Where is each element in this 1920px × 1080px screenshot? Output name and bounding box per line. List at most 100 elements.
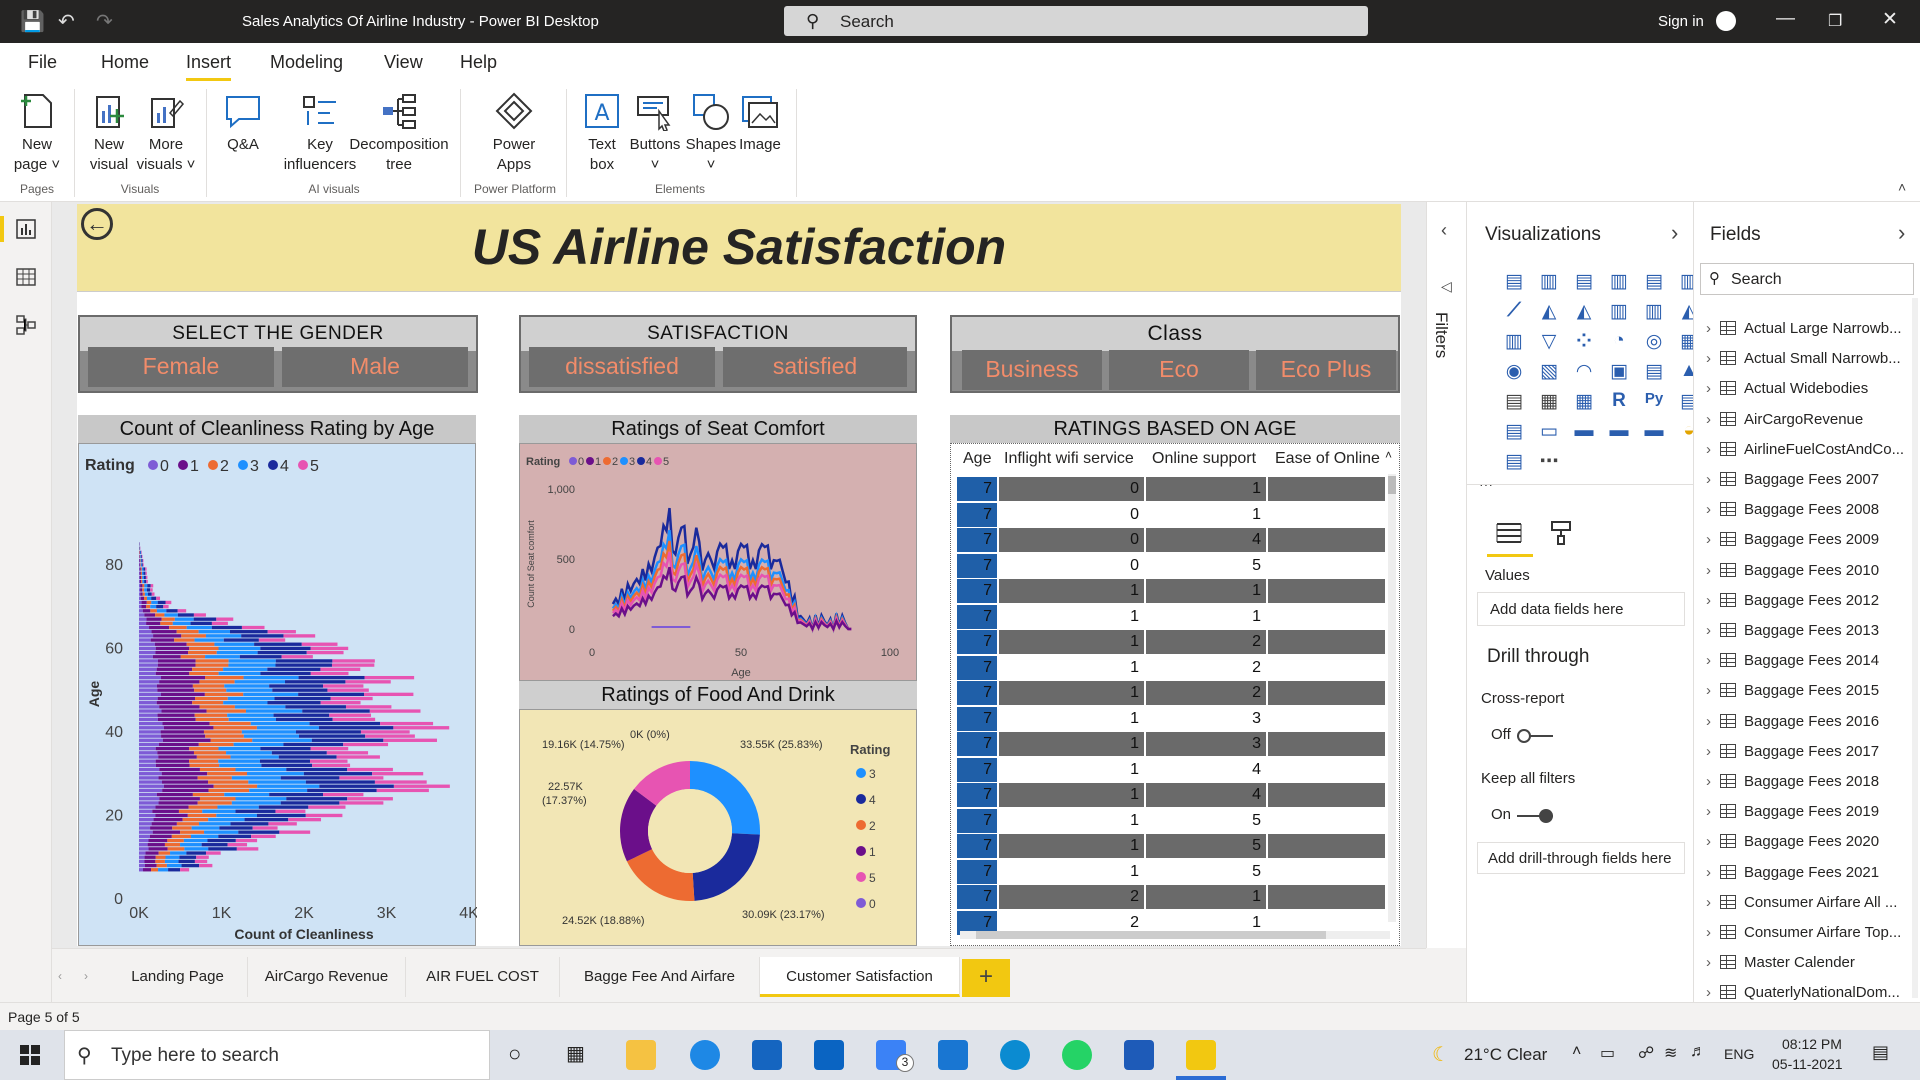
field-table-item[interactable]: › Baggage Fees 2021 [1706,864,1879,888]
funnel-chart-icon[interactable]: ▽ [1538,330,1560,352]
windows-start-icon[interactable] [20,1045,40,1065]
cortana-icon[interactable]: ○ [508,1041,521,1067]
chevron-right-icon[interactable]: › [1706,833,1720,850]
table-row[interactable]: 705 [957,553,1385,579]
chevron-right-icon[interactable]: › [1706,924,1720,941]
field-table-item[interactable]: › Consumer Airfare All ... [1706,894,1897,918]
stacked-area-chart-icon[interactable]: ◭ [1573,300,1595,322]
tab-file[interactable]: File [28,52,57,73]
page-tab-landing[interactable]: Landing Page [108,957,248,997]
volume-icon[interactable]: ♬ [1690,1043,1706,1061]
chevron-right-icon[interactable]: › [1706,954,1720,971]
task-view-icon[interactable]: ▦ [566,1041,585,1066]
line-clustered-column-icon[interactable]: ▥ [1643,300,1665,322]
class-option-eco[interactable]: Eco [1109,350,1249,390]
field-table-item[interactable]: › Baggage Fees 2018 [1706,773,1879,797]
mail-icon[interactable] [938,1040,968,1070]
weather-text[interactable]: 21°C Clear [1464,1045,1547,1065]
table-row[interactable]: 701 [957,502,1385,528]
values-drop-zone[interactable]: Add data fields here [1477,592,1685,626]
pie-chart-icon[interactable]: ◔ [1608,330,1630,352]
multi-row-card-icon[interactable]: ▤ [1643,360,1665,382]
table-horizontal-scrollbar[interactable] [960,931,1390,939]
clustered-bar-chart-icon[interactable]: ▤ [1573,270,1595,292]
battery-icon[interactable]: ▭ [1600,1043,1615,1063]
tab-modeling[interactable]: Modeling [270,52,343,73]
edge-icon[interactable] [1000,1040,1030,1070]
table-row[interactable]: 714 [957,757,1385,783]
chevron-right-icon[interactable]: › [1706,622,1720,639]
powerbi-icon[interactable] [1186,1040,1216,1070]
more-visuals-button[interactable]: More visuals ˅ [136,91,196,175]
tab-help[interactable]: Help [460,52,497,73]
seat-comfort-chart[interactable]: Rating 0 1 2 3 4 5 0 500 1,000 0 50 100 Age Count of S… [519,443,917,681]
keep-filters-toggle[interactable] [1517,809,1553,823]
scroll-thumb[interactable] [976,931,1326,939]
table-row[interactable]: 721 [957,885,1385,910]
tab-view[interactable]: View [384,52,423,73]
gauge-icon[interactable]: ◠ [1573,360,1595,382]
page-tab-fuel[interactable]: AIR FUEL COST [406,957,560,997]
buttons-button[interactable]: Buttons ˅ [628,91,682,175]
table-row[interactable]: 711 [957,579,1385,604]
stacked-bar-chart-icon[interactable]: ▤ [1503,270,1525,292]
table-row[interactable]: 713 [957,732,1385,757]
text-box-button[interactable]: A Text box [580,91,624,175]
tab-home[interactable]: Home [101,52,149,73]
whatsapp-icon[interactable] [1062,1040,1092,1070]
qa-icon[interactable]: ▭ [1538,420,1560,442]
waterfall-chart-icon[interactable]: ▥ [1503,330,1525,352]
taskbar-search-input[interactable]: ⚲ Type here to search [64,1030,490,1080]
chevron-right-icon[interactable]: › [1706,773,1720,790]
cleanliness-chart[interactable]: Rating 0 1 2 3 4 5 0 20 40 60 80 0K 1K 2K 3K 4K Count of … [78,443,479,946]
close-icon[interactable]: ✕ [1882,8,1898,31]
map-icon[interactable]: ◉ [1503,360,1525,382]
fields-scrollbar[interactable] [1912,298,1918,998]
new-page-button[interactable]: New page ˅ [10,91,64,175]
image-button[interactable]: Image [738,91,782,155]
chevron-right-icon[interactable]: › [1706,894,1720,911]
field-table-item[interactable]: › Baggage Fees 2007 [1706,471,1879,495]
fields-search-input[interactable]: ⚲ Search [1700,263,1914,295]
chevron-right-icon[interactable]: › [1706,501,1720,518]
table-row[interactable]: 701 [957,477,1385,502]
custom-visual-icon[interactable]: ▤ [1503,450,1525,472]
network-icon[interactable]: ☍ [1638,1043,1654,1063]
tray-chevron-icon[interactable]: ˄ [1572,1043,1581,1061]
chevron-right-icon[interactable]: › [1706,803,1720,820]
redo-icon[interactable]: ↷ [96,9,113,34]
table-row[interactable]: 715 [957,808,1385,834]
chevron-right-icon[interactable]: › [1706,350,1720,367]
shapes-button[interactable]: Shapes ˅ [684,91,738,175]
filled-map-icon[interactable]: ▧ [1538,360,1560,382]
chevron-right-icon[interactable]: › [1706,562,1720,579]
chevron-right-icon[interactable]: › [1706,713,1720,730]
scroll-thumb[interactable] [1388,476,1396,494]
app-icon[interactable] [690,1040,720,1070]
field-table-item[interactable]: › Baggage Fees 2013 [1706,622,1879,646]
undo-icon[interactable]: ↶ [58,9,75,34]
col-header-age[interactable]: Age [963,450,991,468]
avatar[interactable] [1716,11,1736,31]
line-chart-icon[interactable]: ⟋ [1503,300,1525,322]
smart-narrative-icon[interactable]: ▬ [1573,420,1595,442]
fields-well-icon[interactable] [1495,520,1523,546]
field-table-item[interactable]: › Baggage Fees 2008 [1706,501,1879,525]
table-row[interactable]: 711 [957,604,1385,630]
drill-through-drop-zone[interactable]: Add drill-through fields here [1477,842,1685,874]
decomposition-tree-button[interactable]: Decomposition tree [346,91,452,175]
file-explorer-icon[interactable] [626,1040,656,1070]
page-tab-baggage[interactable]: Bagge Fee And Airfare [560,957,760,997]
table-vertical-scrollbar[interactable] [1388,474,1396,922]
format-paint-icon[interactable] [1549,520,1573,546]
chevron-right-icon[interactable]: › [1706,380,1720,397]
chevron-right-icon[interactable]: › [1706,984,1720,1001]
chevron-right-icon[interactable]: › [1706,441,1720,458]
python-visual-icon[interactable]: Py [1643,390,1665,412]
field-table-item[interactable]: › AirCargoRevenue [1706,411,1863,435]
donut-chart-icon[interactable]: ◎ [1643,330,1665,352]
vscode-icon[interactable] [752,1040,782,1070]
col-header-ease-online[interactable]: Ease of Online b [1275,450,1385,468]
word-icon[interactable] [1124,1040,1154,1070]
chevron-right-icon[interactable]: › [1706,320,1720,337]
